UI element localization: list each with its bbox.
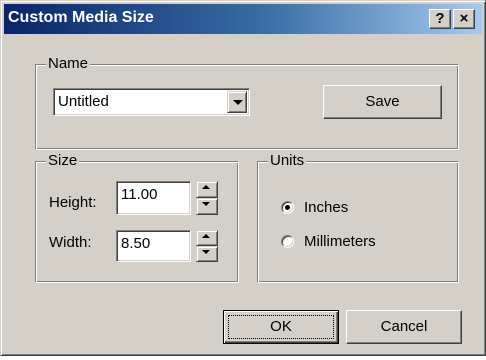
arrow-up-icon [202, 234, 210, 238]
units-group-label: Units [268, 152, 307, 170]
save-button[interactable]: Save [323, 85, 442, 119]
width-input[interactable]: 8.50 [116, 230, 191, 262]
size-group-label: Size [46, 152, 80, 170]
height-increase-button[interactable] [196, 181, 218, 198]
millimeters-radio[interactable] [281, 235, 294, 248]
inches-label[interactable]: Inches [304, 199, 348, 216]
name-dropdown-value: Untitled [58, 93, 109, 110]
arrow-down-icon [202, 250, 210, 254]
close-button[interactable]: × [453, 9, 475, 29]
width-decrease-button[interactable] [196, 246, 218, 262]
width-value: 8.50 [121, 235, 151, 252]
custom-media-size-dialog: Custom Media Size ? × Name Untitled Save… [0, 0, 486, 356]
help-button[interactable]: ? [429, 9, 451, 29]
chevron-down-icon [233, 100, 243, 105]
height-spinner[interactable] [196, 181, 218, 215]
size-group: Size [35, 152, 239, 283]
inches-radio[interactable] [281, 201, 294, 214]
width-increase-button[interactable] [196, 230, 218, 246]
title-bar[interactable]: Custom Media Size ? × [4, 4, 482, 34]
dropdown-arrow-button[interactable] [227, 91, 247, 113]
height-value: 11.00 [121, 186, 158, 203]
arrow-up-icon [202, 185, 210, 189]
height-input[interactable]: 11.00 [116, 181, 191, 215]
height-decrease-button[interactable] [196, 198, 218, 215]
name-group-label: Name [46, 55, 91, 73]
radio-selected-dot [285, 205, 290, 210]
units-group: Units [257, 152, 459, 283]
window-title: Custom Media Size [8, 9, 154, 26]
millimeters-label[interactable]: Millimeters [304, 233, 376, 250]
arrow-down-icon [202, 202, 210, 206]
name-dropdown[interactable]: Untitled [53, 88, 250, 116]
cancel-button[interactable]: Cancel [346, 310, 462, 344]
width-spinner[interactable] [196, 230, 218, 262]
focus-rectangle [228, 315, 334, 339]
width-label: Width: [49, 234, 92, 251]
height-label: Height: [49, 194, 97, 211]
ok-button[interactable]: OK [223, 310, 339, 344]
